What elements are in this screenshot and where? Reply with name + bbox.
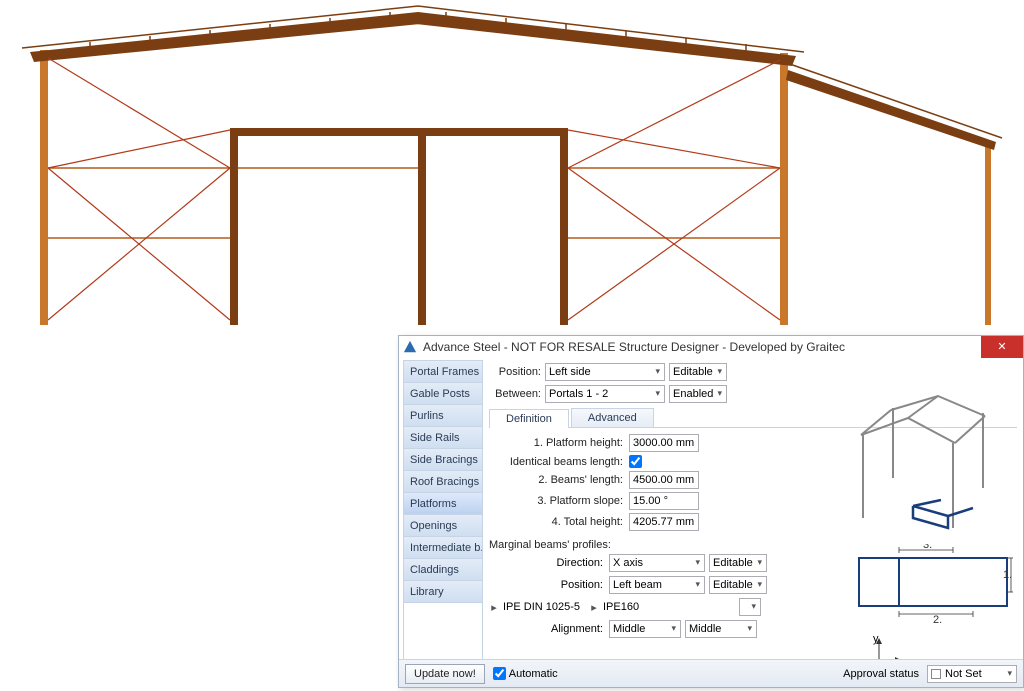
approval-status-label: Approval status — [843, 668, 919, 680]
beams-length-label: 2. Beams' length: — [489, 474, 629, 486]
svg-text:y: y — [873, 636, 879, 645]
sidebar-item-openings[interactable]: Openings — [404, 515, 482, 537]
position-mode-combo[interactable]: Editable▾ — [669, 363, 727, 381]
automatic-label: Automatic — [509, 668, 558, 680]
position-label: Position: — [489, 366, 545, 378]
m-position-label: Position: — [489, 579, 609, 591]
beams-length-input[interactable]: 4500.00 mm — [629, 471, 699, 489]
chevron-down-icon: ▾ — [1007, 668, 1012, 679]
titlebar: Advance Steel - NOT FOR RESALE Structure… — [399, 336, 1023, 358]
chevron-down-icon: ▾ — [717, 388, 722, 399]
sidebar-item-portal-frames[interactable]: Portal Frames — [404, 361, 482, 383]
automatic-checkbox[interactable] — [493, 667, 506, 680]
profile-standard[interactable]: IPE DIN 1025-5 — [499, 601, 589, 613]
svg-text:1.: 1. — [1003, 569, 1012, 581]
direction-label: Direction: — [489, 557, 609, 569]
identical-beams-label: Identical beams length: — [489, 456, 629, 468]
sidebar-item-side-bracings[interactable]: Side Bracings — [404, 449, 482, 471]
sidebar-item-purlins[interactable]: Purlins — [404, 405, 482, 427]
sidebar-item-intermediate[interactable]: Intermediate b... — [404, 537, 482, 559]
sidebar-item-library[interactable]: Library — [404, 581, 482, 603]
structure-canvas — [0, 0, 1024, 330]
profile-std-nav-icon[interactable]: ▸ — [489, 601, 499, 614]
svg-text:3.: 3. — [923, 544, 932, 551]
platform-height-label: 1. Platform height: — [489, 437, 629, 449]
chevron-down-icon: ▾ — [695, 557, 700, 568]
chevron-down-icon: ▾ — [717, 366, 722, 377]
tab-definition[interactable]: Definition — [489, 409, 569, 428]
profile-name-nav-icon[interactable]: ▸ — [589, 601, 599, 614]
chevron-down-icon: ▾ — [695, 579, 700, 590]
platform-slope-label: 3. Platform slope: — [489, 495, 629, 507]
sidebar-item-platforms[interactable]: Platforms — [404, 493, 482, 515]
platform-height-input[interactable]: 3000.00 mm — [629, 434, 699, 452]
window-title: Advance Steel - NOT FOR RESALE Structure… — [423, 340, 981, 354]
form-area: Position: Left side▾ Editable▾ Between: … — [483, 358, 1023, 687]
dialog-footer: Update now! Automatic Approval status No… — [399, 659, 1023, 687]
m-position-combo[interactable]: Left beam▾ — [609, 576, 705, 594]
profile-name[interactable]: IPE160 — [599, 601, 739, 613]
between-combo[interactable]: Portals 1 - 2▾ — [545, 385, 665, 403]
category-sidebar: Portal Frames Gable Posts Purlins Side R… — [403, 360, 483, 685]
chevron-down-icon: ▾ — [757, 579, 762, 590]
total-height-label: 4. Total height: — [489, 516, 629, 528]
chevron-down-icon: ▾ — [655, 388, 660, 399]
m-position-mode-combo[interactable]: Editable▾ — [709, 576, 767, 594]
chevron-down-icon: ▾ — [757, 557, 762, 568]
position-combo[interactable]: Left side▾ — [545, 363, 665, 381]
automatic-checkbox-wrapper[interactable]: Automatic — [493, 667, 558, 680]
direction-combo[interactable]: X axis▾ — [609, 554, 705, 572]
update-now-button[interactable]: Update now! — [405, 664, 485, 684]
sidebar-item-roof-bracings[interactable]: Roof Bracings — [404, 471, 482, 493]
preview-3d — [853, 388, 1013, 538]
chevron-down-icon: ▾ — [747, 623, 752, 634]
structure-designer-dialog: Advance Steel - NOT FOR RESALE Structure… — [398, 335, 1024, 688]
alignment-combo-2[interactable]: Middle▾ — [685, 620, 757, 638]
between-mode-combo[interactable]: Enabled▾ — [669, 385, 727, 403]
alignment-combo-1[interactable]: Middle▾ — [609, 620, 681, 638]
approval-status-swatch-icon — [931, 669, 941, 679]
between-label: Between: — [489, 388, 545, 400]
sidebar-item-gable-posts[interactable]: Gable Posts — [404, 383, 482, 405]
direction-mode-combo[interactable]: Editable▾ — [709, 554, 767, 572]
chevron-down-icon: ▾ — [671, 623, 676, 634]
identical-beams-checkbox[interactable] — [629, 455, 642, 468]
close-button[interactable]: ✕ — [981, 336, 1023, 358]
chevron-down-icon: ▾ — [751, 601, 756, 612]
tab-advanced[interactable]: Advanced — [571, 408, 654, 427]
profile-dropdown[interactable]: ▾ — [739, 598, 761, 616]
chevron-down-icon: ▾ — [655, 366, 660, 377]
preview-2d: 3. 1. 2. — [853, 544, 1013, 624]
app-icon — [403, 340, 417, 354]
sidebar-item-side-rails[interactable]: Side Rails — [404, 427, 482, 449]
svg-text:2.: 2. — [933, 614, 942, 624]
platform-slope-input[interactable]: 15.00 ° — [629, 492, 699, 510]
sidebar-item-claddings[interactable]: Claddings — [404, 559, 482, 581]
close-icon: ✕ — [997, 342, 1006, 353]
total-height-input[interactable]: 4205.77 mm — [629, 513, 699, 531]
alignment-label: Alignment: — [489, 623, 609, 635]
approval-status-combo[interactable]: Not Set ▾ — [927, 665, 1017, 683]
